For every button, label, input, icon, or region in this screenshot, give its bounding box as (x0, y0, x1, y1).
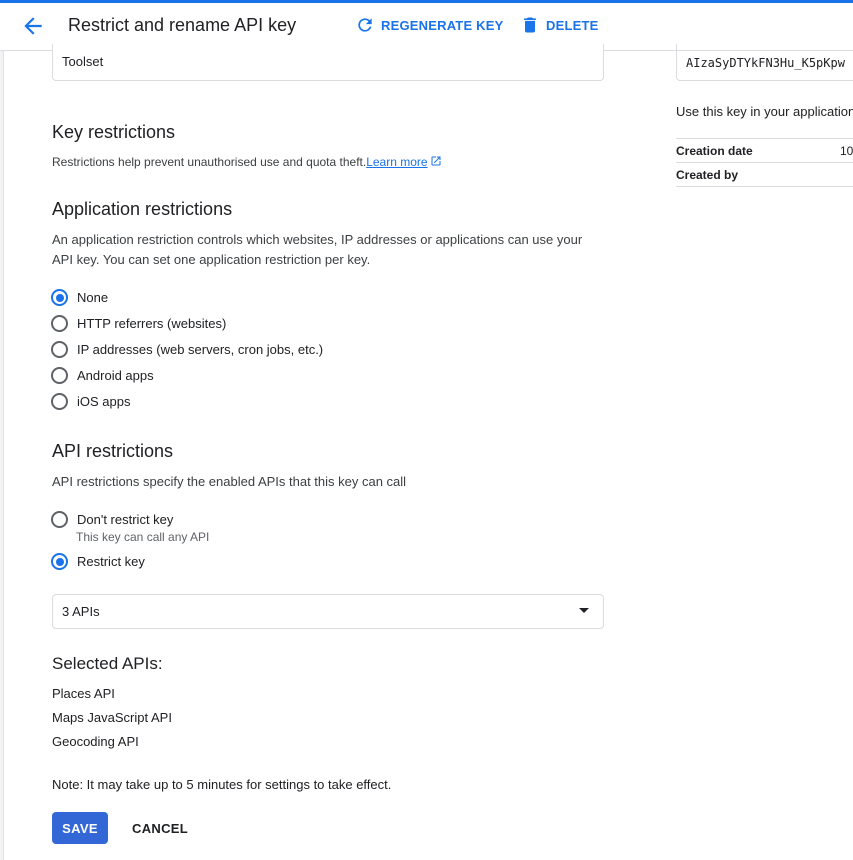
delete-button[interactable]: DELETE (520, 15, 598, 35)
meta-row-creation-date: Creation date 10 (676, 139, 853, 163)
radio-label: None (77, 290, 109, 305)
radio-dont-restrict[interactable] (51, 511, 68, 528)
app-restriction-http-referrers[interactable]: HTTP referrers (websites) (51, 315, 226, 332)
radio-android[interactable] (51, 367, 68, 384)
meta-row-created-by: Created by (676, 163, 853, 187)
radio-none[interactable] (51, 289, 68, 306)
api-select-dropdown[interactable]: 3 APIs (52, 594, 604, 629)
app-restriction-android[interactable]: Android apps (51, 367, 154, 384)
selected-api-item: Places API (52, 686, 115, 701)
radio-label: Don't restrict key (77, 512, 174, 527)
radio-label: Restrict key (77, 554, 145, 569)
app-restriction-ios[interactable]: iOS apps (51, 393, 130, 410)
regenerate-key-label: REGENERATE KEY (381, 17, 504, 33)
learn-more-link[interactable]: Learn more (366, 155, 441, 169)
radio-label: IP addresses (web servers, cron jobs, et… (77, 342, 324, 357)
api-restrictions-description: API restrictions specify the enabled API… (52, 474, 407, 489)
selected-api-item: Maps JavaScript API (52, 710, 172, 725)
api-restriction-restrict-key[interactable]: Restrict key (51, 553, 145, 570)
api-restrictions-title: API restrictions (52, 441, 174, 461)
key-restrictions-text: Restrictions help prevent unauthorised u… (52, 155, 367, 169)
meta-key: Created by (676, 168, 739, 182)
meta-value: 10 (840, 144, 853, 158)
back-button[interactable] (20, 13, 46, 39)
selected-api-item: Geocoding API (52, 734, 139, 749)
radio-http-referrers[interactable] (51, 315, 68, 332)
refresh-icon (358, 18, 372, 32)
top-accent-bar (0, 0, 853, 3)
key-restrictions-title: Key restrictions (52, 122, 176, 142)
page-title: Restrict and rename API key (68, 15, 297, 35)
left-nav-edge (0, 0, 4, 860)
cancel-button[interactable]: CANCEL (124, 812, 196, 844)
save-button[interactable]: SAVE (52, 812, 108, 844)
delete-label: DELETE (546, 17, 599, 33)
radio-label: Android apps (77, 368, 154, 383)
settings-note: Note: It may take up to 5 minutes for se… (52, 777, 392, 792)
arrow-back-icon (24, 17, 42, 35)
radio-ip-addresses[interactable] (51, 341, 68, 358)
api-select-value: 3 APIs (62, 604, 100, 619)
radio-label: iOS apps (77, 394, 131, 409)
api-restriction-dont-restrict[interactable]: Don't restrict key (51, 511, 173, 528)
selected-apis-title: Selected APIs: (52, 654, 163, 673)
radio-restrict-key[interactable] (51, 553, 68, 570)
api-key-value[interactable]: AIzaSyDTYkFN3Hu_K5pKpw (676, 44, 853, 81)
learn-more-label: Learn more (366, 155, 428, 169)
application-restrictions-title: Application restrictions (52, 199, 233, 219)
regenerate-key-button[interactable]: REGENERATE KEY (355, 15, 503, 35)
trash-icon (524, 17, 536, 33)
radio-label: HTTP referrers (websites) (77, 316, 227, 331)
meta-key: Creation date (676, 144, 753, 158)
app-restriction-ip-addresses[interactable]: IP addresses (web servers, cron jobs, et… (51, 341, 323, 358)
dont-restrict-subtext: This key can call any API (76, 530, 210, 544)
application-restrictions-description: An application restriction controls whic… (52, 232, 583, 267)
key-restrictions-description: Restrictions help prevent unauthorised u… (52, 152, 442, 172)
app-restriction-none[interactable]: None (51, 289, 108, 306)
radio-ios[interactable] (51, 393, 68, 410)
key-name-input[interactable]: Toolset (52, 44, 604, 81)
external-link-icon (431, 156, 441, 166)
dropdown-caret-icon (579, 608, 589, 613)
api-key-hint: Use this key in your application (676, 104, 853, 119)
